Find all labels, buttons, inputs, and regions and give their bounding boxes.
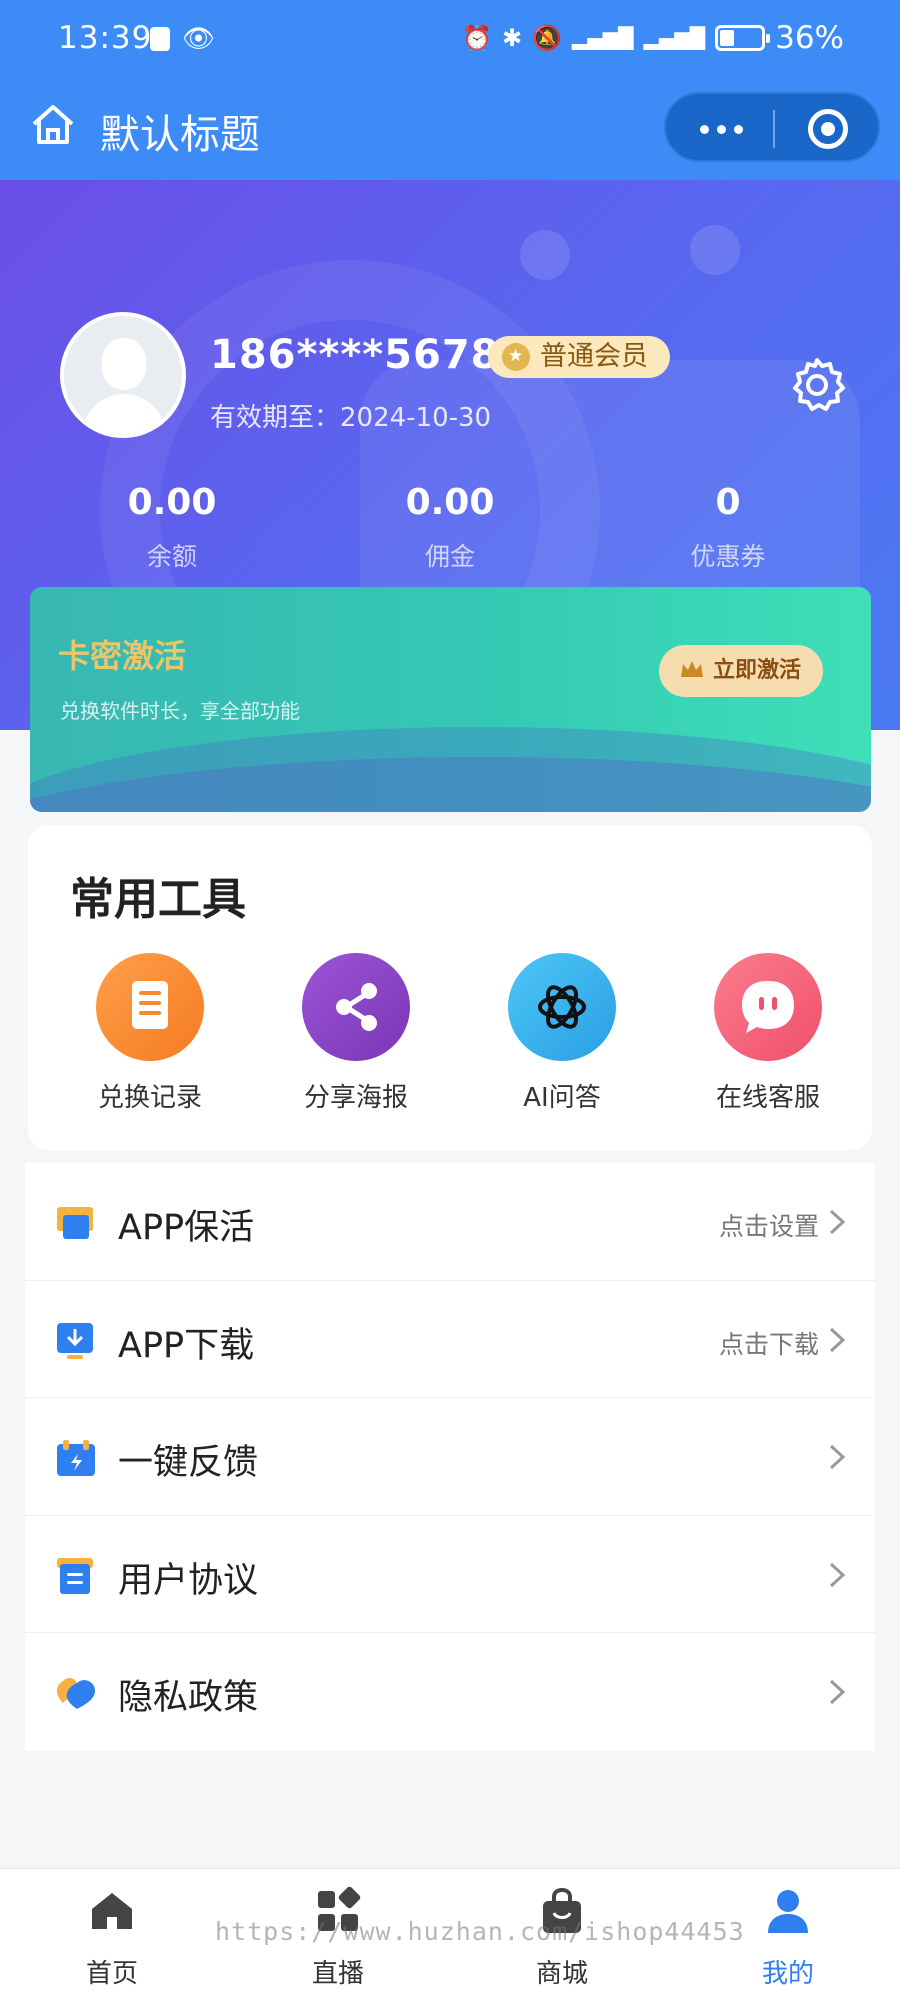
document-icon xyxy=(96,953,204,1061)
page-title: 默认标题 xyxy=(100,112,260,158)
feedback-icon xyxy=(57,1440,95,1477)
user-phone: 186****5678 xyxy=(210,332,500,378)
tool-exchange-records[interactable]: 兑换记录 xyxy=(70,953,230,1114)
alarm-icon: ⏰ xyxy=(462,24,493,52)
eye-icon: 👁 xyxy=(182,24,216,54)
status-time: 13:39 xyxy=(58,20,153,56)
stat-balance[interactable]: 0.00 余额 xyxy=(72,482,272,573)
share-icon xyxy=(302,953,410,1061)
signal-icon-2: ▂▄▆█ xyxy=(643,26,706,50)
agreement-icon xyxy=(57,1557,93,1594)
stat-coupons[interactable]: 0 优惠券 xyxy=(628,482,828,573)
more-icon[interactable] xyxy=(696,114,746,144)
signal-icon: ▂▄▆█ xyxy=(572,26,634,50)
menu-item-feedback[interactable]: 一键反馈 xyxy=(25,1398,875,1516)
tab-home[interactable]: 首页 xyxy=(52,1887,172,1990)
keepalive-icon xyxy=(57,1207,93,1239)
activate-now-button[interactable]: 立即激活 xyxy=(658,645,823,697)
user-icon xyxy=(768,1890,808,1933)
menu-item-user-agreement[interactable]: 用户协议 xyxy=(25,1516,875,1634)
chevron-right-icon xyxy=(829,1327,846,1352)
miniapp-capsule xyxy=(664,92,880,162)
ai-knot-icon xyxy=(508,953,616,1061)
watermark: https://www.huzhan.com/ishop44453 xyxy=(215,1917,745,1946)
battery-icon xyxy=(715,25,771,51)
chat-bubble-icon xyxy=(714,953,822,1061)
tab-mine[interactable]: 我的 xyxy=(728,1887,848,1990)
tools-heading: 常用工具 xyxy=(70,874,246,925)
status-bar: 13:39 👁 ⏰ ✱ 🔕 ▂▄▆█ ▂▄▆█ 36% xyxy=(0,14,900,64)
tool-ai-qa[interactable]: AI问答 xyxy=(482,953,642,1114)
battery-percent: 36% xyxy=(775,20,844,56)
nav-bar: 默认标题 xyxy=(0,90,900,170)
crown-icon xyxy=(680,661,703,677)
tool-share-poster[interactable]: 分享海报 xyxy=(276,953,436,1114)
expire-date: 有效期至：2024-10-30 xyxy=(210,403,492,433)
activation-banner: 卡密激活 兑换软件时长，享全部功能 立即激活 xyxy=(30,587,871,812)
privacy-heart-icon xyxy=(56,1678,95,1710)
stats-row: 0.00 余额 0.00 佣金 0 优惠券 xyxy=(0,482,900,592)
chevron-right-icon xyxy=(829,1680,846,1705)
member-badge-label: 普通会员 xyxy=(540,341,648,372)
avatar[interactable] xyxy=(60,312,186,438)
activation-title: 卡密激活 xyxy=(58,637,187,675)
home-icon xyxy=(92,1893,132,1929)
settings-menu: APP保活 点击设置 APP下载 点击下载 一键反馈 用户协议 隐私政策 xyxy=(25,1163,875,1751)
chevron-right-icon xyxy=(829,1445,846,1470)
chevron-right-icon xyxy=(829,1209,846,1235)
download-icon xyxy=(57,1322,93,1359)
mute-icon: 🔕 xyxy=(532,24,563,52)
bluetooth-icon: ✱ xyxy=(502,24,523,52)
home-icon[interactable] xyxy=(28,100,78,150)
menu-item-privacy-policy[interactable]: 隐私政策 xyxy=(25,1633,875,1751)
stat-commission[interactable]: 0.00 佣金 xyxy=(350,482,550,573)
tools-card: 常用工具 兑换记录 分享海报 AI问答 在线客服 xyxy=(28,825,872,1150)
notification-app-icon xyxy=(150,27,170,51)
menu-item-app-keepalive[interactable]: APP保活 点击设置 xyxy=(25,1163,875,1281)
chevron-right-icon xyxy=(829,1562,846,1587)
close-target-icon[interactable] xyxy=(808,109,848,149)
menu-item-app-download[interactable]: APP下载 点击下载 xyxy=(25,1281,875,1399)
top-bar: 13:39 👁 ⏰ ✱ 🔕 ▂▄▆█ ▂▄▆█ 36% 默认标题 xyxy=(0,0,900,180)
medal-icon xyxy=(502,343,530,371)
gear-icon[interactable] xyxy=(788,356,846,414)
activation-subtitle: 兑换软件时长，享全部功能 xyxy=(60,699,300,723)
member-badge: 普通会员 xyxy=(488,336,670,378)
tool-online-service[interactable]: 在线客服 xyxy=(688,953,848,1114)
